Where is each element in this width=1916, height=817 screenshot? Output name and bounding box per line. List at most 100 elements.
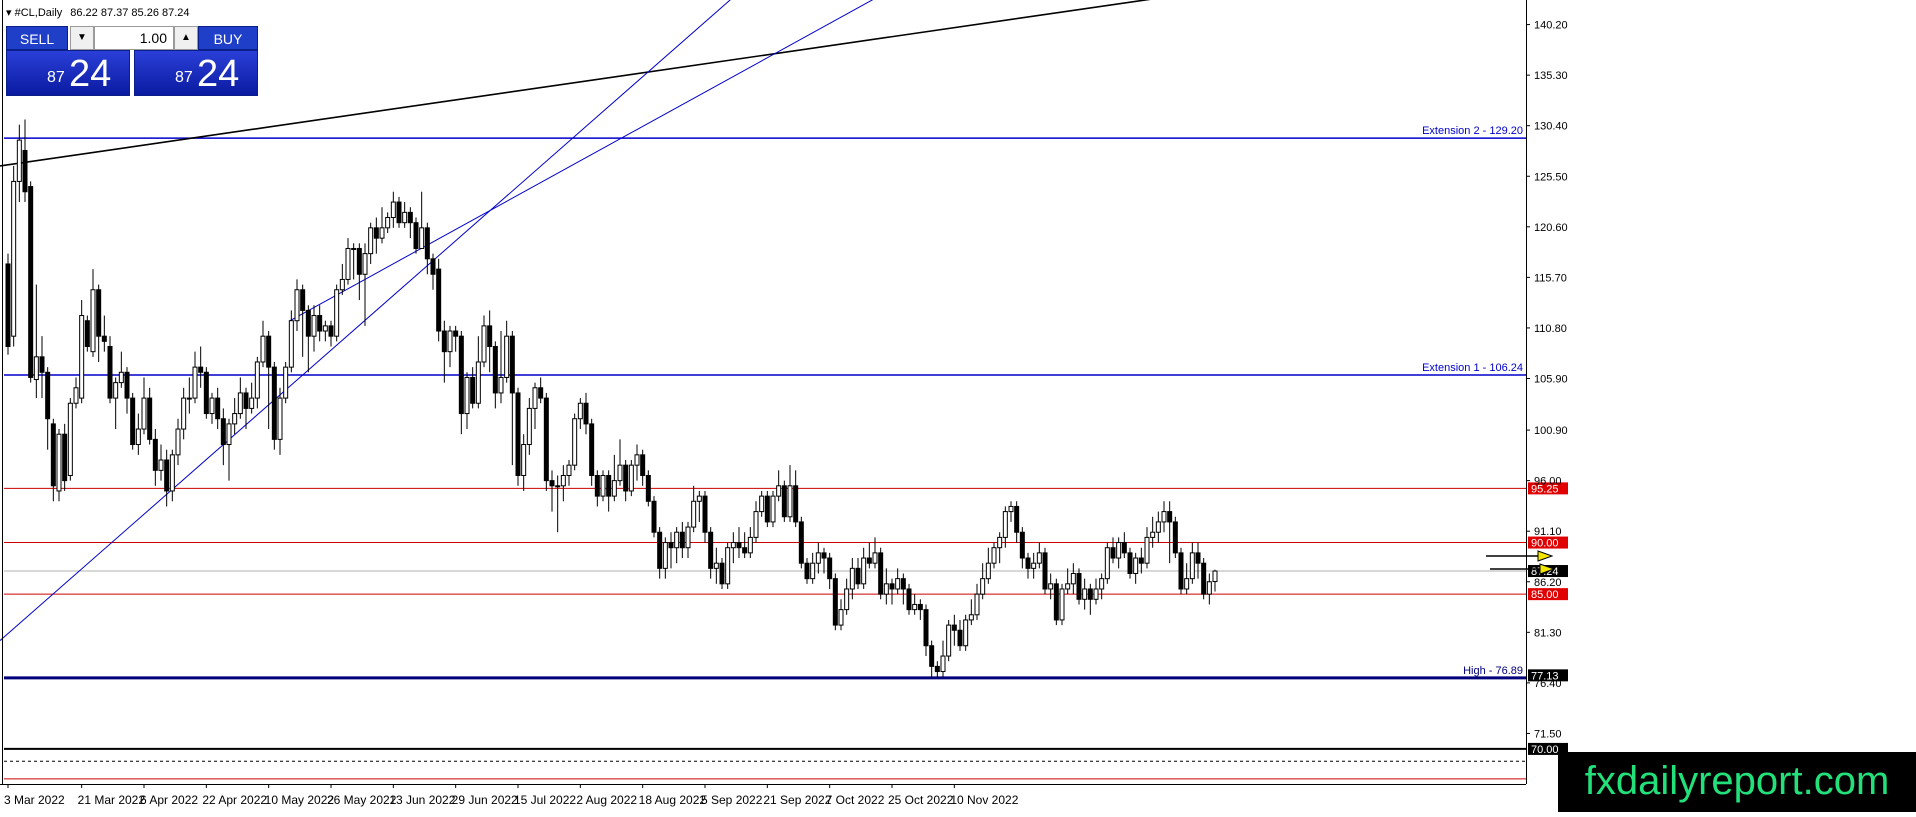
candle-body-down: [215, 397, 221, 420]
candle-body-up: [1059, 588, 1065, 621]
x-tick-label: 22 Apr 2022: [202, 793, 267, 807]
candle-body-up: [1206, 581, 1212, 595]
buy-button[interactable]: BUY: [198, 26, 258, 50]
candle-body-down: [124, 371, 130, 399]
candle-body-down: [1087, 588, 1093, 600]
candle-body-down: [413, 222, 419, 249]
candle: [1053, 578, 1059, 626]
price-tag-label: 77.13: [1531, 670, 1559, 682]
y-tick-label: 140.20: [1534, 20, 1568, 32]
candle-body-up: [560, 474, 566, 487]
candle: [5, 253, 11, 355]
x-tick-label: 21 Sep 2022: [763, 793, 831, 807]
candle-body-up: [572, 418, 578, 466]
candle-body-up: [254, 361, 260, 399]
lot-decrease-button[interactable]: ▼: [70, 26, 94, 50]
candle-body-down: [549, 480, 555, 487]
sell-price-box[interactable]: 87 24: [6, 50, 130, 96]
sell-price-pips: 24: [69, 53, 112, 95]
lot-size-input[interactable]: 1.00: [94, 26, 174, 50]
candle-body-down: [220, 418, 226, 446]
candle: [436, 258, 442, 342]
candle-body-up: [232, 413, 238, 425]
candle-body-down: [470, 376, 476, 404]
candle-body-up: [249, 397, 255, 409]
candle: [832, 573, 838, 631]
candle-body-up: [56, 433, 62, 492]
price-chart[interactable]: Extension 2 - 129.20 Extension 1 - 106.24…: [0, 0, 1916, 812]
candle-body-down: [827, 557, 833, 580]
y-tick-label: 130.40: [1534, 121, 1568, 133]
candle: [413, 217, 419, 254]
candle-body-down: [107, 346, 113, 399]
candle-body-up: [674, 531, 680, 549]
level-price-label: 70.00: [1531, 744, 1559, 756]
candle-body-up: [776, 485, 782, 497]
candle-body-down: [793, 485, 799, 523]
lot-increase-button[interactable]: ▲: [174, 26, 198, 50]
candle-body-up: [498, 376, 504, 394]
candle-body-up: [1116, 542, 1122, 559]
candle-body-up: [1031, 562, 1037, 569]
y-tick-label: 125.50: [1534, 171, 1568, 183]
candle: [11, 165, 17, 347]
candle-body-up: [11, 180, 17, 337]
candle-body-up: [141, 397, 147, 430]
buy-price-prefix: 87: [175, 69, 193, 86]
candle-body-up: [67, 402, 73, 476]
candle: [628, 460, 634, 497]
candle: [1104, 542, 1110, 584]
candle: [963, 614, 969, 651]
x-tick-label: 5 Sep 2022: [701, 793, 763, 807]
candle-body-down: [1195, 552, 1201, 564]
level-price-label: 85.00: [1531, 589, 1559, 601]
candle-body-down: [5, 263, 11, 348]
candle-body-up: [339, 278, 345, 291]
candle: [56, 429, 62, 502]
candle-body-down: [821, 552, 827, 559]
candle-body-down: [396, 201, 402, 224]
candle-body-up: [912, 603, 918, 611]
candle-body-up: [634, 454, 640, 466]
candle-body-down: [84, 320, 90, 348]
candle-body-down: [878, 552, 884, 595]
candle-body-up: [1150, 531, 1156, 538]
x-tick-label: 29 Jun 2022: [452, 793, 518, 807]
header-icon: ▾: [6, 7, 15, 19]
candle-body-up: [815, 552, 821, 564]
candle-body-up: [532, 387, 538, 409]
candle-body-up: [475, 361, 481, 404]
x-tick-label: 2 Aug 2022: [576, 793, 637, 807]
candle-body-up: [504, 335, 510, 378]
y-tick-label: 86.20: [1534, 577, 1562, 589]
candle-body-up: [226, 423, 232, 446]
candle-body-up: [600, 474, 606, 497]
x-tick-label: 26 May 2022: [327, 793, 397, 807]
candle-body-up: [1155, 521, 1161, 533]
candle-body-up: [691, 500, 697, 528]
candle: [946, 619, 952, 662]
candle-body-up: [16, 139, 22, 182]
buy-price-box[interactable]: 87 24: [134, 50, 258, 96]
candle-body-up: [294, 289, 300, 322]
candle-body-up: [1002, 511, 1008, 538]
candle-body-up: [730, 542, 736, 549]
candle-body-up: [192, 366, 198, 399]
candle-body-down: [623, 464, 629, 492]
candle-body-up: [1082, 588, 1088, 600]
candle-body-up: [158, 459, 164, 471]
sell-button[interactable]: SELL: [6, 26, 68, 50]
candle: [770, 490, 776, 528]
candle-body-up: [753, 511, 759, 538]
candle: [283, 361, 289, 404]
candle-body-up: [1184, 578, 1190, 590]
candle-body-down: [62, 433, 68, 482]
candle-body-down: [487, 325, 493, 348]
chart-area[interactable]: Extension 2 - 129.20 Extension 1 - 106.24…: [0, 0, 1916, 812]
candle-body-down: [1138, 557, 1144, 564]
candle: [589, 418, 595, 486]
level-caption: High - 76.89: [1463, 665, 1523, 677]
candle-body-down: [1019, 531, 1025, 559]
candle-body-up: [351, 247, 357, 250]
candle-body-up: [447, 330, 453, 353]
